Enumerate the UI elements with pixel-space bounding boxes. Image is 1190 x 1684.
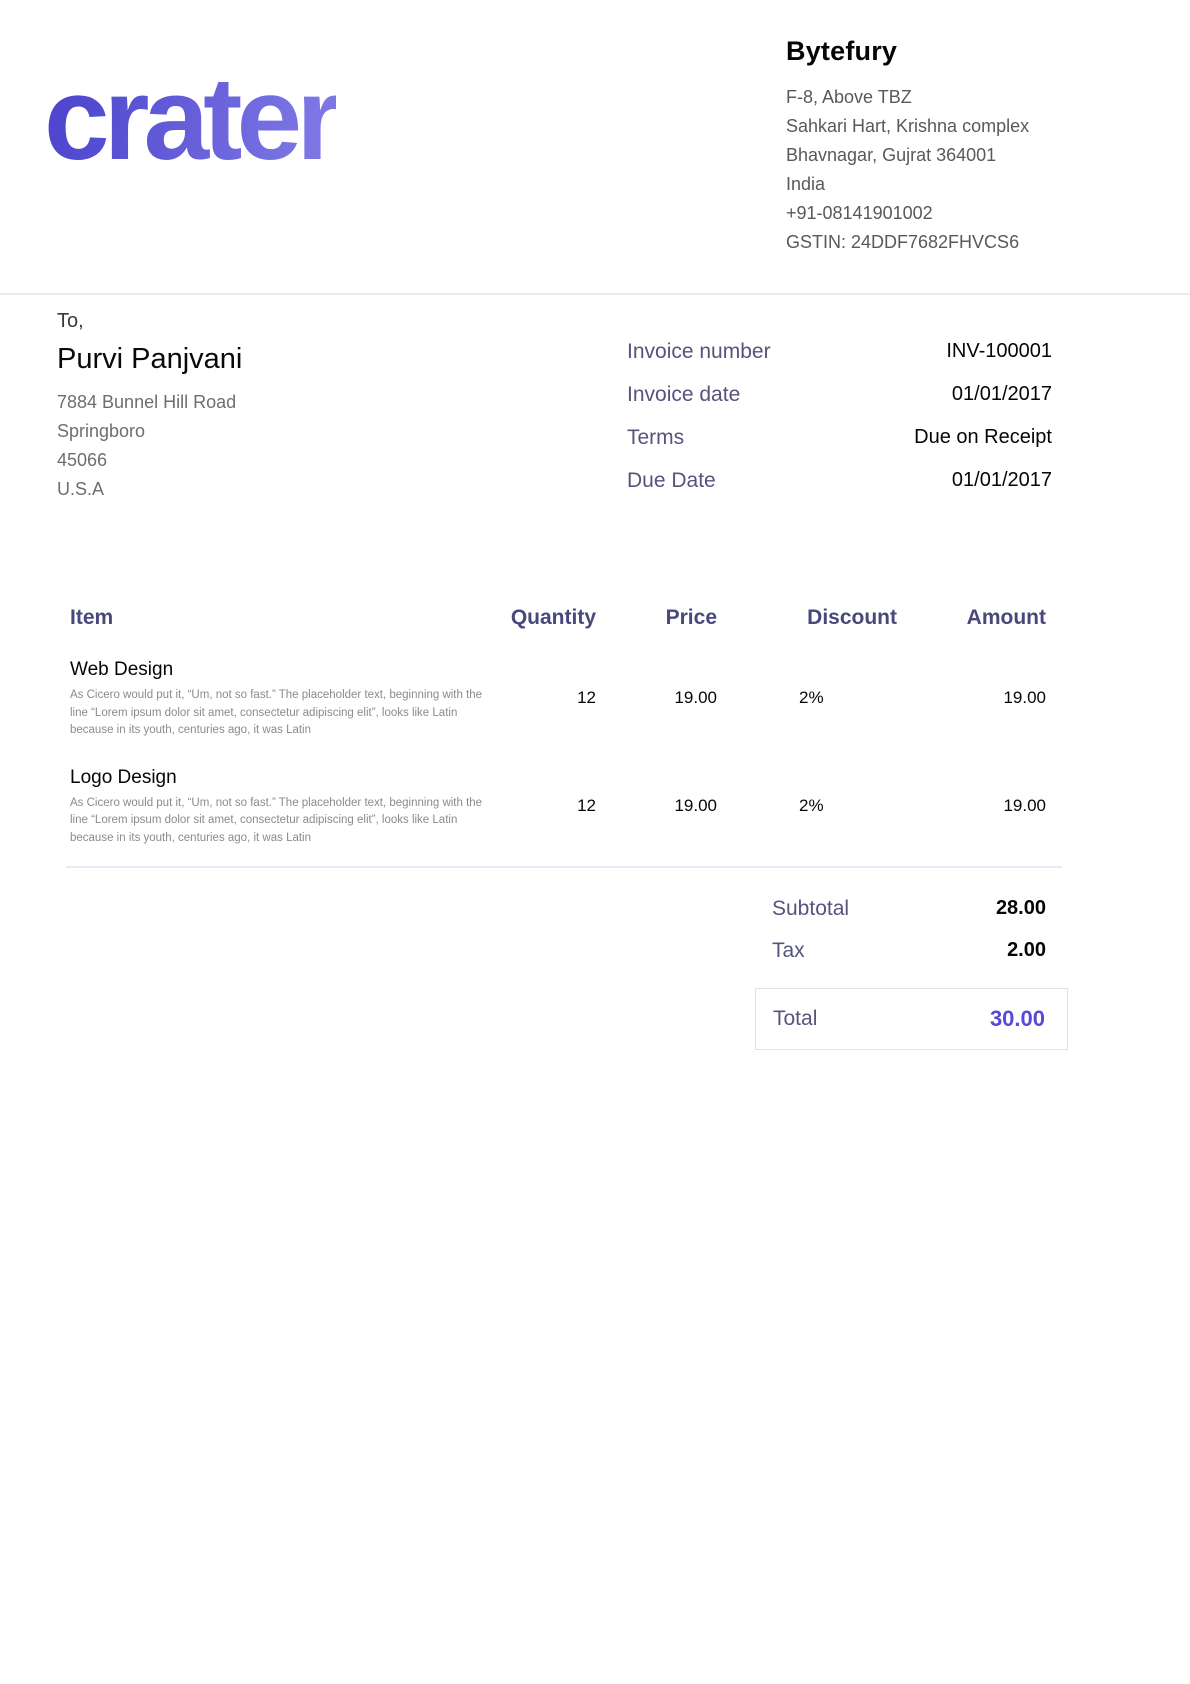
items-table: Item Quantity Price Discount Amount Web … (70, 606, 1046, 847)
subtotal-row: Subtotal 28.00 (755, 897, 1068, 939)
customer-address-line: Springboro (57, 417, 477, 446)
customer-address-line: 7884 Bunnel Hill Road (57, 388, 477, 417)
column-header-quantity: Quantity (500, 606, 596, 630)
total-box: Total 30.00 (755, 988, 1068, 1050)
item-discount: 2% (717, 766, 897, 848)
terms-row: Terms Due on Receipt (627, 416, 1052, 459)
customer-name: Purvi Panjvani (57, 343, 477, 376)
total-label: Total (773, 1007, 817, 1031)
customer-address-line: U.S.A (57, 475, 477, 504)
company-name: Bytefury (786, 36, 1136, 67)
invoice-date-label: Invoice date (627, 383, 740, 407)
item-cell: Logo Design As Cicero would put it, “Um,… (70, 766, 500, 848)
item-quantity: 12 (500, 766, 596, 848)
company-address-line: F-8, Above TBZ (786, 83, 1136, 112)
header-divider (0, 293, 1190, 295)
item-name: Logo Design (70, 766, 500, 790)
column-header-amount: Amount (897, 606, 1046, 630)
item-discount: 2% (717, 658, 897, 740)
item-description: As Cicero would put it, “Um, not so fast… (70, 795, 488, 848)
company-phone: +91-08141901002 (786, 199, 1136, 228)
invoice-date-row: Invoice date 01/01/2017 (627, 373, 1052, 416)
table-row: Logo Design As Cicero would put it, “Um,… (70, 766, 1046, 848)
invoice-meta: Invoice number INV-100001 Invoice date 0… (627, 330, 1052, 502)
item-description: As Cicero would put it, “Um, not so fast… (70, 687, 488, 740)
tax-value: 2.00 (1007, 939, 1046, 962)
tax-row: Tax 2.00 (755, 939, 1068, 981)
company-gstin: GSTIN: 24DDF7682FHVCS6 (786, 228, 1136, 257)
bill-to-label: To, (57, 310, 477, 333)
item-quantity: 12 (500, 658, 596, 740)
company-address-line: Bhavnagar, Gujrat 364001 (786, 141, 1136, 170)
totals-divider (66, 866, 1062, 868)
invoice-number-row: Invoice number INV-100001 (627, 330, 1052, 373)
company-address-line: India (786, 170, 1136, 199)
due-date-value: 01/01/2017 (952, 469, 1052, 492)
crater-logo-wordmark: crater (44, 58, 336, 182)
totals-section: Subtotal 28.00 Tax 2.00 Total 30.00 (755, 897, 1068, 1050)
column-header-price: Price (596, 606, 717, 630)
table-row: Web Design As Cicero would put it, “Um, … (70, 658, 1046, 740)
item-amount: 19.00 (897, 766, 1046, 848)
customer-address-line: 45066 (57, 446, 477, 475)
column-header-discount: Discount (717, 606, 897, 630)
terms-label: Terms (627, 426, 684, 450)
item-cell: Web Design As Cicero would put it, “Um, … (70, 658, 500, 740)
company-info: Bytefury F-8, Above TBZ Sahkari Hart, Kr… (786, 36, 1136, 257)
subtotal-label: Subtotal (772, 897, 849, 921)
item-price: 19.00 (596, 766, 717, 848)
due-date-row: Due Date 01/01/2017 (627, 459, 1052, 502)
bill-to-block: To, Purvi Panjvani 7884 Bunnel Hill Road… (57, 310, 477, 504)
item-name: Web Design (70, 658, 500, 682)
due-date-label: Due Date (627, 469, 716, 493)
company-address-line: Sahkari Hart, Krishna complex (786, 112, 1136, 141)
item-amount: 19.00 (897, 658, 1046, 740)
subtotal-value: 28.00 (996, 897, 1046, 920)
invoice-date-value: 01/01/2017 (952, 383, 1052, 406)
invoice-number-label: Invoice number (627, 340, 771, 364)
invoice-number-value: INV-100001 (946, 340, 1052, 363)
tax-label: Tax (772, 939, 805, 963)
item-price: 19.00 (596, 658, 717, 740)
total-value: 30.00 (990, 1006, 1045, 1032)
column-header-item: Item (70, 606, 500, 630)
items-table-header: Item Quantity Price Discount Amount (70, 606, 1046, 630)
invoice-page: crater Bytefury F-8, Above TBZ Sahkari H… (0, 0, 1190, 1684)
terms-value: Due on Receipt (914, 426, 1052, 449)
